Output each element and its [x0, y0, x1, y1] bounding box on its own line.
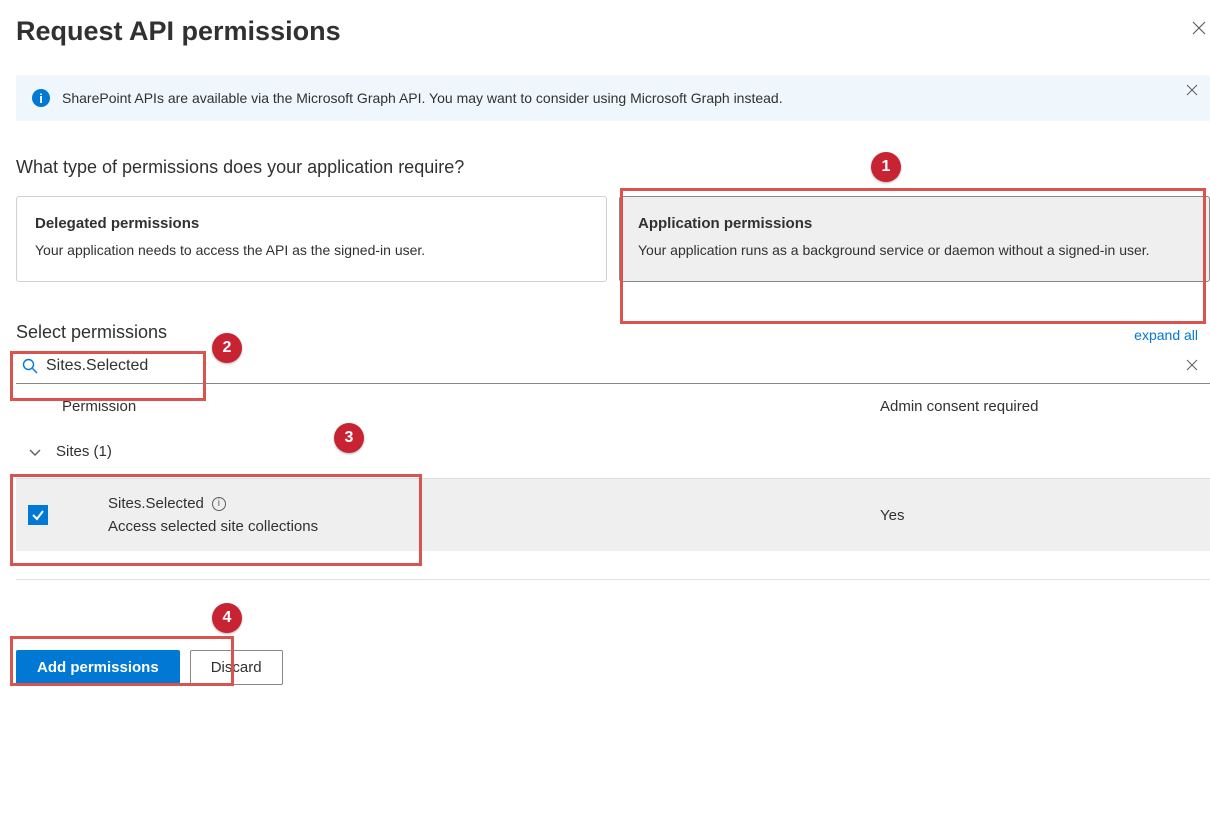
dismiss-banner-icon[interactable] — [1186, 83, 1198, 99]
annotation-callout-2: 2 — [212, 333, 242, 363]
permission-item-name-row: Sites.Selected i — [108, 495, 880, 512]
search-row — [16, 349, 1210, 384]
annotation-callout-3: 3 — [334, 423, 364, 453]
add-permissions-button[interactable]: Add permissions — [16, 650, 180, 685]
chevron-down-icon — [28, 445, 42, 459]
delegated-permissions-card[interactable]: Delegated permissions Your application n… — [16, 196, 607, 282]
panel-header: Request API permissions — [16, 16, 1210, 47]
application-title: Application permissions — [638, 215, 1191, 232]
delegated-desc: Your application needs to access the API… — [35, 240, 588, 261]
column-permission: Permission — [62, 398, 880, 415]
permission-type-question: What type of permissions does your appli… — [16, 157, 1210, 178]
select-permissions-heading: Select permissions — [16, 322, 167, 343]
close-panel-icon[interactable] — [1192, 16, 1210, 38]
permission-item-content: Sites.Selected i Access selected site co… — [108, 495, 880, 535]
search-icon — [22, 358, 38, 374]
info-icon: i — [32, 89, 50, 107]
permission-checkbox[interactable] — [28, 505, 48, 525]
annotation-callout-1: 1 — [871, 152, 901, 182]
select-permissions-header: Select permissions expand all — [16, 322, 1210, 343]
delegated-title: Delegated permissions — [35, 215, 588, 232]
page-title: Request API permissions — [16, 16, 341, 47]
action-bar: Add permissions Discard — [16, 579, 1210, 685]
application-desc: Your application runs as a background se… — [638, 240, 1191, 261]
info-banner: i SharePoint APIs are available via the … — [16, 75, 1210, 121]
permissions-table-header: Permission Admin consent required — [16, 384, 1210, 429]
application-permissions-card[interactable]: Application permissions Your application… — [619, 196, 1210, 282]
permission-item-row: Sites.Selected i Access selected site co… — [16, 478, 1210, 551]
permission-group-sites[interactable]: Sites (1) — [16, 429, 1210, 478]
info-circle-icon[interactable]: i — [212, 497, 226, 511]
group-label: Sites (1) — [56, 443, 112, 460]
info-banner-text: SharePoint APIs are available via the Mi… — [62, 90, 783, 106]
annotation-callout-4: 4 — [212, 603, 242, 633]
permission-type-row: Delegated permissions Your application n… — [16, 196, 1210, 282]
permission-item-desc: Access selected site collections — [108, 518, 880, 535]
column-admin-consent: Admin consent required — [880, 398, 1210, 415]
clear-search-icon[interactable] — [1186, 358, 1198, 374]
permission-item-name: Sites.Selected — [108, 495, 204, 512]
discard-button[interactable]: Discard — [190, 650, 283, 685]
expand-all-link[interactable]: expand all — [1134, 327, 1198, 343]
permission-item-admin: Yes — [880, 507, 1210, 524]
